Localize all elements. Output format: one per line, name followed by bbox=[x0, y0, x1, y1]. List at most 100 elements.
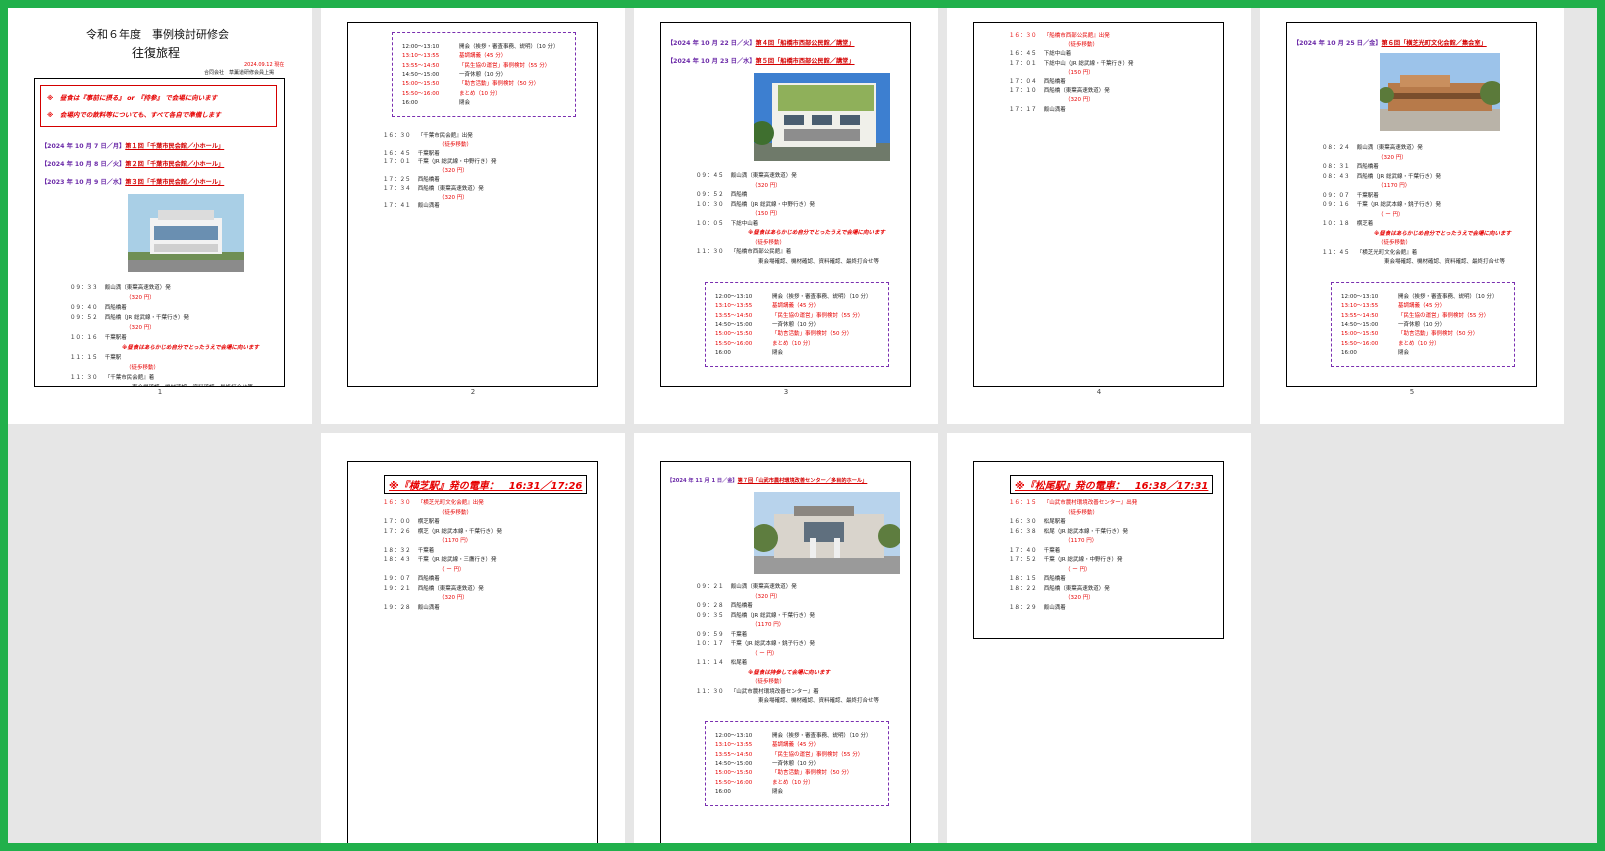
schedule-item: まとめ（10 分） bbox=[459, 90, 501, 97]
itinerary-line: １７：００ 横芝駅着 bbox=[383, 519, 440, 525]
notice-line: ※ 昼食は『事前に摂る』 or 『持参』 で会場に向います bbox=[47, 94, 218, 102]
schedule-item: 「民生協の運営」事例検討（55 分） bbox=[772, 312, 864, 319]
itinerary-line: １０：１８ 横芝着 bbox=[1322, 221, 1374, 227]
itinerary-line: （ ー 円） bbox=[439, 566, 465, 573]
itinerary-line: （徒歩移動） bbox=[1065, 42, 1099, 49]
event-heading: 【2024 年 10 月 22 日／火】第４回「船橋市西部公民館／講堂」 bbox=[667, 40, 855, 47]
itinerary-line: ※昼食はあらかじめ自分でとったうえで会場に向います bbox=[1374, 230, 1512, 237]
itinerary-line: 東会場確認、機材確認、資料確認、最終打合せ等 bbox=[132, 385, 253, 386]
document-org: 合同会社 草薫道研修会員上掲 bbox=[204, 70, 275, 76]
itinerary-line: １６：３８ 松尾（JR 総武本線・千葉行き）発 bbox=[1009, 528, 1128, 535]
schedule-item: 開会（挨拶・審査事務、説明）（10 分） bbox=[1398, 294, 1498, 300]
itinerary-line: （320 円） bbox=[752, 182, 781, 189]
schedule-item: 開会（挨拶・審査事務、説明）（10 分） bbox=[772, 733, 872, 739]
schedule-time: 12:00〜13:10 bbox=[715, 733, 753, 739]
event-heading: 【2024 年 10 月 25 日／金】第６回「横芝光町文化会館／集会室」 bbox=[1293, 40, 1487, 47]
schedule-time: 12:00〜13:10 bbox=[1341, 294, 1379, 300]
schedule-item: 一斉休憩（10 分） bbox=[772, 321, 820, 328]
schedule-item: 「助言活動」事例検討（50 分） bbox=[772, 331, 853, 338]
page-thumbnail-2[interactable]: 12:00〜13:10 開会（挨拶・審査事務、説明）（10 分） 13:10〜13:… bbox=[321, 8, 625, 424]
schedule-time: 15:50〜16:00 bbox=[402, 90, 440, 97]
page-frame: ※ 昼食は『事前に摂る』 or 『持参』 で会場に向います ※ 会場内での飲料等… bbox=[34, 78, 285, 387]
itinerary-line: ※昼食はあらかじめ自分でとったうえで会場に向います bbox=[122, 345, 260, 351]
itinerary-line: １６：１５ 『山武市農村環境改善センター』出発 bbox=[1009, 500, 1138, 506]
page-thumbnail-7[interactable]: 【2024 年 11 月 1 日／金】第７回「山武市農村環境改善センター／多目的… bbox=[634, 433, 938, 843]
itinerary-line: （150 円） bbox=[752, 211, 781, 217]
schedule-item: 「民生協の運営」事例検討（55 分） bbox=[772, 751, 864, 758]
itinerary-line: （320 円） bbox=[126, 325, 155, 331]
itinerary-line: （徒歩移動） bbox=[126, 365, 160, 371]
itinerary-line: １１：３０ 『山武市農村環境改善センター』着 bbox=[696, 688, 819, 695]
schedule-time: 16:00 bbox=[715, 349, 731, 356]
schedule-item: 「民生協の運営」事例検討（55 分） bbox=[1398, 312, 1490, 319]
itinerary-line: １０：１７ 千葉（JR 総武本線・銚子行き）発 bbox=[696, 641, 815, 647]
itinerary-line: ０９：５２ 西船橋 bbox=[696, 192, 748, 198]
itinerary-line: （ ー 円） bbox=[1065, 566, 1091, 573]
schedule-item: 閉会 bbox=[459, 99, 471, 106]
schedule-item: 閉会 bbox=[772, 788, 784, 795]
event-heading: 【2023 年 10 月 9 日／水】第３回「千葉市民会館／小ホール」 bbox=[41, 179, 225, 186]
venue-photo bbox=[1380, 53, 1500, 131]
itinerary-line: （1170 円） bbox=[1065, 538, 1098, 544]
itinerary-line: ０８：２４ 飯山満（東葉高速鉄道）発 bbox=[1322, 145, 1423, 151]
itinerary-line: （320 円） bbox=[439, 168, 468, 175]
page-number: 3 bbox=[783, 388, 789, 396]
itinerary-line: １７：１７ 飯山満着 bbox=[1009, 106, 1066, 113]
itinerary-line: （徒歩移動） bbox=[1378, 240, 1412, 246]
itinerary-line: （徒歩移動） bbox=[439, 509, 473, 516]
itinerary-line: （320 円） bbox=[439, 194, 468, 201]
schedule-item: 基調講義（45 分） bbox=[772, 742, 820, 749]
schedule-item: まとめ（10 分） bbox=[1398, 340, 1440, 347]
itinerary-line: １０：３０ 西船橋（JR 総武線・中野行き）発 bbox=[696, 201, 815, 208]
itinerary-line: １８：２９ 飯山満着 bbox=[1009, 604, 1066, 611]
itinerary-line: （320 円） bbox=[1378, 154, 1407, 161]
schedule-time: 15:50〜16:00 bbox=[715, 340, 753, 347]
itinerary-line: １１：１４ 松尾着 bbox=[696, 660, 748, 666]
itinerary-line: （ ー 円） bbox=[752, 650, 778, 657]
schedule-time: 13:55〜14:50 bbox=[715, 751, 753, 758]
schedule-box: 12:00〜13:10 開会（挨拶・審査事務、説明）（10 分） 13:10〜13:… bbox=[1331, 282, 1515, 367]
itinerary-line: （ ー 円） bbox=[1378, 211, 1404, 218]
itinerary-line: １０：１６ 千葉駅着 bbox=[70, 335, 127, 341]
event-heading: 【2024 年 10 月 7 日／月】第１回「千葉市民会館／小ホール」 bbox=[41, 143, 225, 150]
page-thumbnail-3[interactable]: 12:00〜13:10 開会（挨拶・審査事務、説明）（10 分） 13:10〜13:… bbox=[634, 8, 938, 424]
schedule-time: 13:10〜13:55 bbox=[715, 742, 753, 749]
schedule-item: 一斉休憩（10 分） bbox=[459, 71, 507, 78]
schedule-item: まとめ（10 分） bbox=[772, 340, 814, 347]
page-thumbnail-4[interactable]: １６：３０ 『船橋市西部公民館』出発 （徒歩移動） １６：４５ 下総中山着 １７：０１… bbox=[947, 8, 1251, 424]
schedule-time: 13:10〜13:55 bbox=[715, 303, 753, 310]
itinerary-line: ０８：４３ 西船橋（JR 総武線・千葉行き）発 bbox=[1322, 173, 1441, 180]
page-thumbnail-1[interactable]: 令和６年度 事例検討研修会 往復旅程 2024.09.12 現在 合同会社 草薫… bbox=[8, 8, 312, 424]
page-thumbnail-8[interactable]: ※『松尾駅』発の電車： 16:38／17:31 １６：１５ 『山武市農村環境改善… bbox=[947, 433, 1251, 843]
itinerary-line: １９：０７ 西船橋着 bbox=[383, 576, 440, 582]
itinerary-line: ０９：２１ 飯山満（東葉高速鉄道）発 bbox=[696, 584, 797, 590]
itinerary-line: 東会場確認、機材確認、資料確認、最終打合せ等 bbox=[1384, 259, 1506, 265]
itinerary-line: （320 円） bbox=[126, 295, 155, 301]
schedule-time: 15:00〜15:50 bbox=[715, 331, 753, 338]
itinerary-line: 東会場確認、機材確認、資料確認、最終打合せ等 bbox=[758, 698, 880, 704]
page-thumbnail-6[interactable]: ※『横芝駅』発の電車： 16:31／17:26 １６：３０ 『横芝光町文化会館』… bbox=[321, 433, 625, 843]
schedule-time: 16:00 bbox=[402, 99, 418, 106]
page-frame: ※『松尾駅』発の電車： 16:38／17:31 １６：１５ 『山武市農村環境改善… bbox=[973, 461, 1224, 639]
itinerary-line: ０９：３３ 飯山満（東葉高速鉄道）発 bbox=[70, 285, 171, 291]
itinerary-line: （徒歩移動） bbox=[1065, 509, 1099, 516]
page-thumbnail-viewer: 令和６年度 事例検討研修会 往復旅程 2024.09.12 現在 合同会社 草薫… bbox=[8, 8, 1597, 843]
itinerary-line: １１：３０ 『千葉市民会館』着 bbox=[70, 375, 155, 381]
schedule-time: 14:50〜15:00 bbox=[1341, 321, 1379, 328]
schedule-time: 15:00〜15:50 bbox=[715, 770, 753, 777]
page-thumbnail-5[interactable]: 【2024 年 10 月 25 日／金】第６回「横芝光町文化会館／集会室」 12… bbox=[1260, 8, 1564, 424]
schedule-time: 12:00〜13:10 bbox=[715, 294, 753, 300]
document-date: 2024.09.12 現在 bbox=[244, 62, 285, 68]
schedule-time: 13:55〜14:50 bbox=[402, 62, 440, 69]
document-subtitle: 往復旅程 bbox=[132, 46, 181, 60]
schedule-item: 一斉休憩（10 分） bbox=[772, 760, 820, 767]
itinerary-line: １６：３０ 『千葉市民会館』出発 bbox=[383, 133, 473, 139]
itinerary-line: １８：２２ 西船橋（東葉高速鉄道）発 bbox=[1009, 585, 1110, 592]
itinerary-line: （1170 円） bbox=[1378, 183, 1411, 189]
page-number: 5 bbox=[1409, 388, 1415, 396]
schedule-time: 16:00 bbox=[1341, 349, 1357, 356]
itinerary-line: １６：４５ 下総中山着 bbox=[1009, 51, 1072, 58]
itinerary-line: １７：５２ 千葉（JR 総武線・中野行き）発 bbox=[1009, 557, 1123, 563]
itinerary-line: （320 円） bbox=[439, 595, 468, 601]
itinerary-line: １６：３０ 『船橋市西部公民館』出発 bbox=[1009, 33, 1110, 39]
